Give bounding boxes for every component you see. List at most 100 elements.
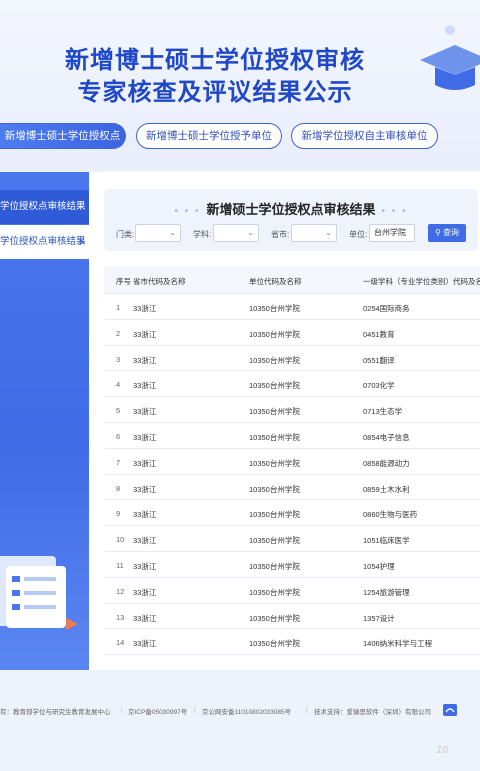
query-button[interactable]: ⚲ 查询 xyxy=(428,224,466,242)
table-row: 13 33浙江 10350台州学院 1357设计 xyxy=(104,604,480,630)
discipline-label: 学科: xyxy=(193,230,212,239)
footer-support: 技术支持：爱瑞思软件（深圳）有限公司 xyxy=(314,709,431,716)
cell-no: 12 xyxy=(116,586,125,596)
cell-province: 33浙江 xyxy=(133,613,157,623)
table-header: 序号 省市代码及名称 单位代码及名称 一级学科（专业学位类别）代码及名称 xyxy=(104,266,480,294)
category-select[interactable]: ⌄ xyxy=(135,224,181,242)
cell-no: 8 xyxy=(116,483,121,493)
tab-self-review-units[interactable]: 新增学位授权自主审核单位 xyxy=(291,123,438,149)
cell-province: 33浙江 xyxy=(133,355,157,365)
cell-province: 33浙江 xyxy=(133,407,157,417)
cell-province: 33浙江 xyxy=(133,587,157,597)
cell-subject: 1406纳米科学与工程 xyxy=(363,639,433,649)
table-row: 3 33浙江 10350台州学院 0551翻译 xyxy=(104,346,480,372)
cell-unit: 10350台州学院 xyxy=(249,510,300,520)
table-row: 11 33浙江 10350台州学院 1054护理 xyxy=(104,552,480,578)
column-header-subject: 一级学科（专业学位类别）代码及名称 xyxy=(363,277,480,286)
cell-subject: 0860生物与医药 xyxy=(363,510,418,520)
table-row: 2 33浙江 10350台州学院 0451教育 xyxy=(104,320,480,346)
sidebar: 学位授权点审核结果 学位授权点审核结果 > xyxy=(0,172,89,670)
cell-unit: 10350台州学院 xyxy=(249,613,300,623)
footer: 有：教育部学位与研究生教育发展中心 | 京ICP备05030997号 | 京公网… xyxy=(0,700,480,720)
footer-icp-link[interactable]: 京ICP备05030997号 xyxy=(128,706,187,716)
cell-unit: 10350台州学院 xyxy=(249,381,300,391)
footer-police-link[interactable]: 京公网安备11010802033085号 xyxy=(202,706,291,716)
cell-no: 11 xyxy=(116,560,124,570)
tab-bar: 新增博士硕士学位授权点 新增博士硕士学位授予单位 新增学位授权自主审核单位 xyxy=(0,123,480,149)
cell-province: 33浙江 xyxy=(133,458,157,468)
footer-owner: 有：教育部学位与研究生教育发展中心 xyxy=(0,709,111,716)
cell-subject: 0451教育 xyxy=(363,329,395,339)
cell-province: 33浙江 xyxy=(133,484,157,494)
cell-subject: 0254国际商务 xyxy=(363,304,410,313)
cell-unit: 10350台州学院 xyxy=(249,587,300,597)
sidebar-item-review-results-2[interactable]: 学位授权点审核结果 > xyxy=(0,225,89,259)
cell-unit: 10350台州学院 xyxy=(249,484,300,494)
tab-doctor-master-points[interactable]: 新增博士硕士学位授权点 xyxy=(0,123,126,149)
cell-unit: 10350台州学院 xyxy=(249,329,300,339)
chevron-right-icon: > xyxy=(77,235,85,249)
cell-province: 33浙江 xyxy=(133,432,157,442)
cell-province: 33浙江 xyxy=(133,510,157,520)
footer-divider: | xyxy=(194,706,196,713)
cell-no: 6 xyxy=(116,431,121,441)
cell-subject: 0858能源动力 xyxy=(363,458,410,468)
company-logo-icon xyxy=(443,704,457,716)
cell-subject: 1051临床医学 xyxy=(363,536,410,546)
cell-unit: 10350台州学院 xyxy=(249,304,300,313)
sidebar-item-review-results-1[interactable]: 学位授权点审核结果 xyxy=(0,190,89,224)
discipline-select[interactable]: ⌄ xyxy=(213,224,259,242)
cell-subject: 0854电子信息 xyxy=(363,432,410,442)
cell-province: 33浙江 xyxy=(133,536,157,546)
table-row: 9 33浙江 10350台州学院 0860生物与医药 xyxy=(104,500,480,527)
table-body: 1 33浙江 10350台州学院 0254国际商务 2 33浙江 10350台州学院 0451… xyxy=(104,294,480,656)
cell-subject: 1254旅游管理 xyxy=(363,587,410,597)
cell-no: 4 xyxy=(116,380,121,390)
sidebar-item-label: 学位授权点审核结果 xyxy=(0,236,86,247)
table-row: 10 33浙江 10350台州学院 1051临床医学 xyxy=(104,526,480,552)
column-header-province: 省市代码及名称 xyxy=(133,277,186,286)
tab-degree-granting-units[interactable]: 新增博士硕士学位授予单位 xyxy=(136,123,282,149)
results-title: 新增硕士学位授权点审核结果 xyxy=(206,202,376,217)
chevron-down-icon: ⌄ xyxy=(325,228,332,237)
chevron-down-icon: ⌄ xyxy=(247,228,254,237)
chevron-down-icon: ⌄ xyxy=(169,228,176,237)
province-select[interactable]: ⌄ xyxy=(291,224,337,242)
cell-province: 33浙江 xyxy=(133,304,157,313)
table-row: 14 33浙江 10350台州学院 1406纳米科学与工程 xyxy=(104,629,480,656)
table-row: 6 33浙江 10350台州学院 0854电子信息 xyxy=(104,423,480,449)
table-row: 1 33浙江 10350台州学院 0254国际商务 xyxy=(104,294,480,320)
cell-unit: 10350台州学院 xyxy=(249,536,300,546)
sidebar-item-label: 学位授权点审核结果 xyxy=(0,201,86,212)
cell-subject: 0551翻译 xyxy=(363,355,395,365)
cell-unit: 10350台州学院 xyxy=(249,432,300,442)
decor-dots-icon: • • • xyxy=(381,206,408,217)
decor-dots-icon: • • • xyxy=(174,206,201,217)
cell-no: 2 xyxy=(116,328,121,338)
cell-province: 33浙江 xyxy=(133,561,157,571)
province-label: 省市: xyxy=(271,230,290,239)
table-row: 5 33浙江 10350台州学院 0713生态学 xyxy=(104,397,480,423)
cell-province: 33浙江 xyxy=(133,639,157,649)
cell-province: 33浙江 xyxy=(133,329,157,339)
document-illustration-icon xyxy=(0,556,78,630)
query-button-label: 查询 xyxy=(443,228,460,237)
page-title-line2: 专家核查及评议结果公示 xyxy=(77,78,353,106)
cell-unit: 10350台州学院 xyxy=(249,458,300,468)
cell-no: 13 xyxy=(116,612,125,622)
unit-input[interactable]: 台州学院 xyxy=(369,224,415,242)
footer-divider: | xyxy=(121,706,123,713)
cell-unit: 10350台州学院 xyxy=(249,355,300,365)
cell-subject: 1357设计 xyxy=(363,613,395,623)
cell-unit: 10350台州学院 xyxy=(249,407,300,417)
cell-province: 33浙江 xyxy=(133,381,157,391)
cell-no: 14 xyxy=(116,638,125,648)
results-table: 序号 省市代码及名称 单位代码及名称 一级学科（专业学位类别）代码及名称 1 3 3… xyxy=(104,266,480,656)
cell-no: 5 xyxy=(116,406,121,416)
table-row: 12 33浙江 10350台州学院 1254旅游管理 xyxy=(104,578,480,604)
cell-no: 9 xyxy=(116,509,121,519)
cell-unit: 10350台州学院 xyxy=(249,561,300,571)
search-icon: ⚲ xyxy=(434,228,444,237)
cell-no: 3 xyxy=(116,354,121,364)
cell-subject: 0713生态学 xyxy=(363,407,403,417)
